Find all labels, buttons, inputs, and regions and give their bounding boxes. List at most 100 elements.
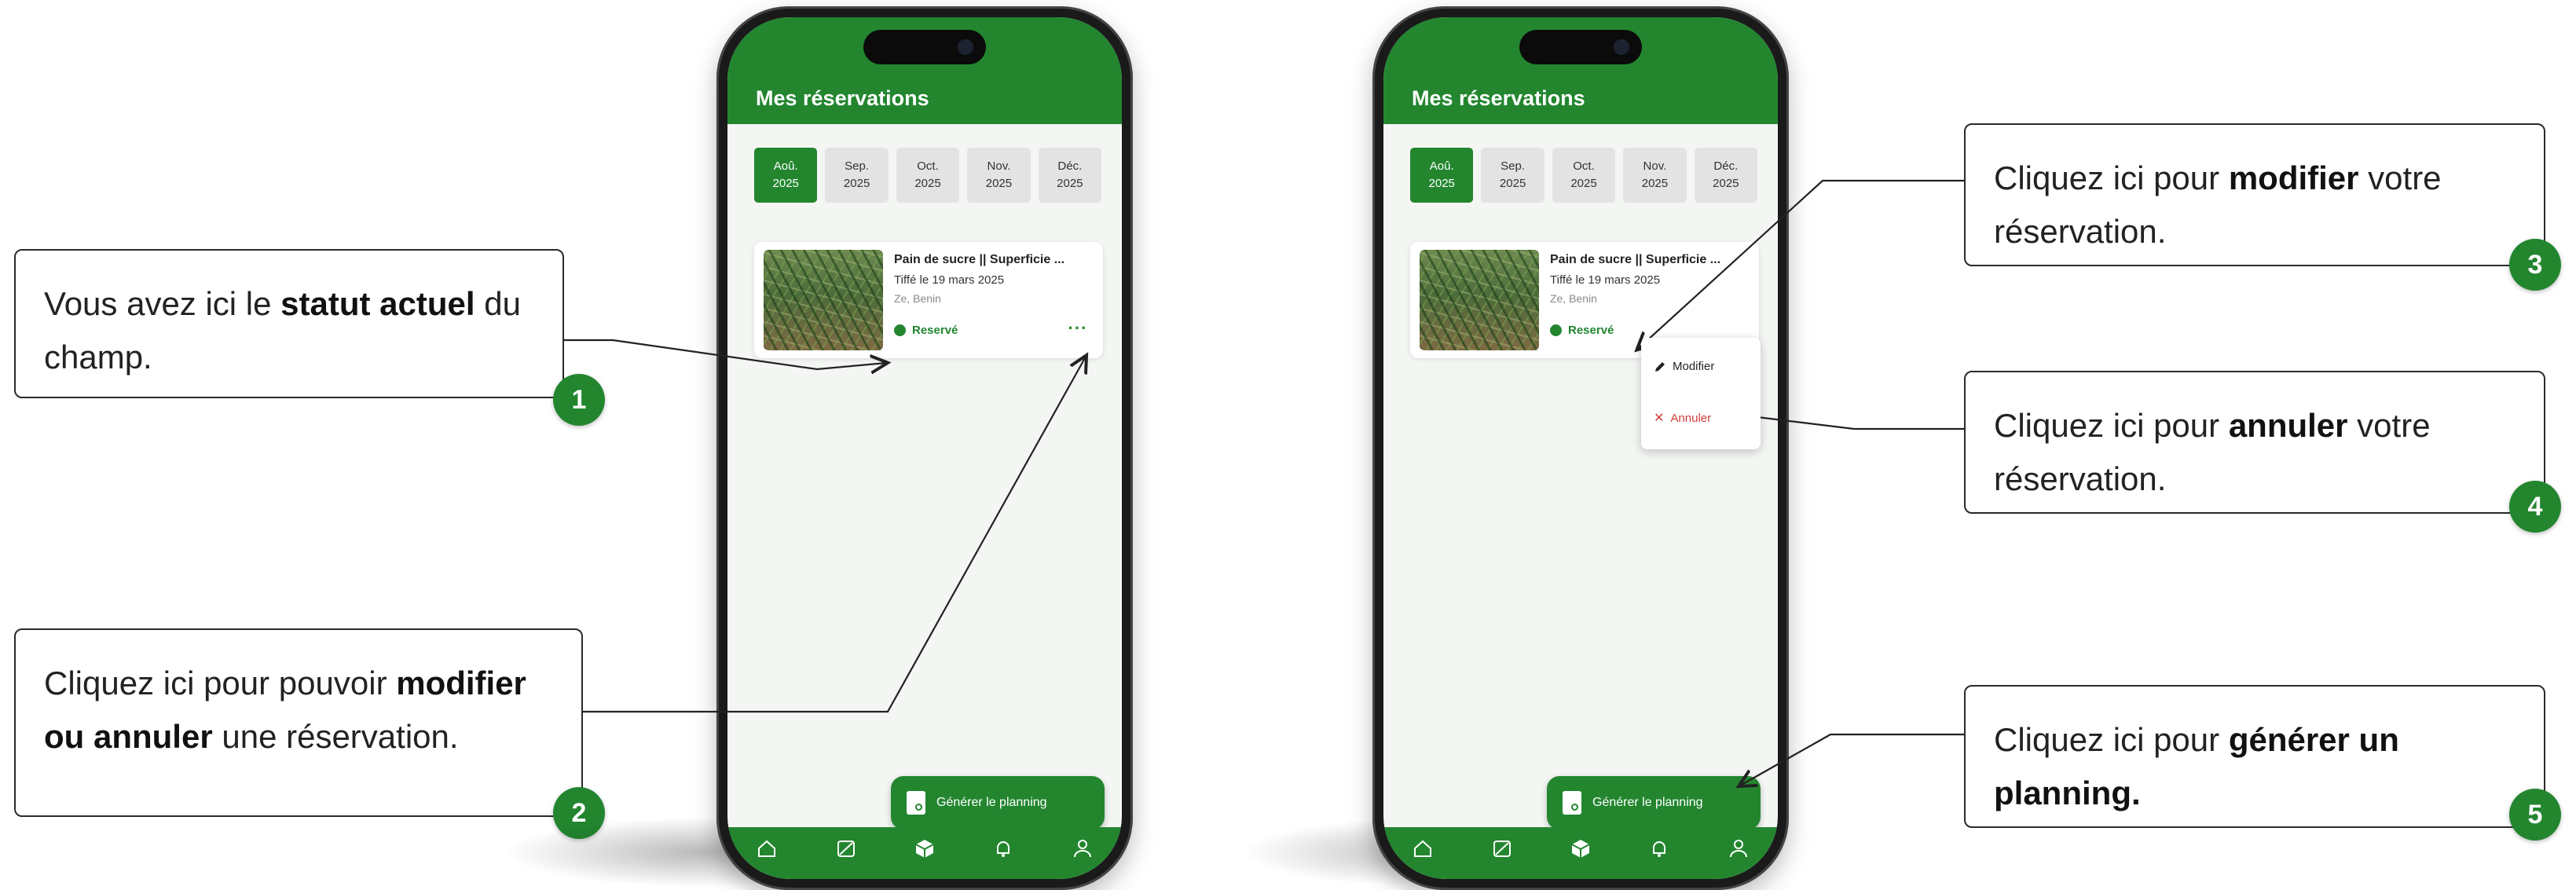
tab-month-year: 2025 (1057, 177, 1083, 190)
menu-item-cancel[interactable]: ✕ Annuler (1654, 410, 1711, 426)
reservation-card[interactable]: Pain de sucre || Superficie ... Tiffé le… (754, 242, 1103, 358)
document-icon (1563, 791, 1581, 815)
bell-icon (997, 841, 1010, 857)
bottom-nav (1383, 827, 1778, 879)
status-dot-icon (1550, 324, 1562, 336)
tab-map[interactable] (830, 835, 862, 862)
tab-month-year: 2025 (1713, 177, 1739, 190)
menu-item-cancel-label: Annuler (1670, 411, 1712, 425)
tab-month-year: 2025 (1641, 177, 1669, 190)
tab-bell[interactable] (988, 835, 1019, 862)
more-options-button[interactable]: ··· (1064, 320, 1092, 341)
month-tabs: Aoû. 2025 Sep. 2025 Oct. 2025 Nov. 2025 Déc. 2025 (754, 148, 1102, 203)
status-badge: Reservé (894, 324, 958, 337)
home-icon (1414, 840, 1432, 857)
options-menu: Modifier ✕ Annuler (1641, 338, 1761, 449)
callout-text: Cliquez ici pour (1994, 159, 2229, 196)
reservation-date: Tiffé le 19 mars 2025 (894, 273, 1005, 287)
step-badge-5: 5 (2509, 789, 2561, 841)
callout-cancel: Cliquez ici pour annuler votre réservati… (1964, 371, 2545, 514)
tab-month[interactable]: Aoû. 2025 (754, 148, 818, 203)
tab-month[interactable]: Sep. 2025 (825, 148, 889, 203)
generate-planning-button[interactable]: Générer le planning (1547, 776, 1761, 830)
callout-generate: Cliquez ici pour générer un planning. (1964, 685, 2545, 828)
tab-box[interactable] (909, 835, 940, 862)
tab-month[interactable]: Déc. 2025 (1038, 148, 1102, 203)
callout-text: annuler (2228, 407, 2348, 444)
home-icon (758, 840, 776, 857)
map-icon (1493, 841, 1511, 857)
tab-bell[interactable] (1643, 835, 1675, 862)
generate-planning-label: Générer le planning (936, 796, 1047, 809)
field-photo (764, 250, 883, 350)
tab-user[interactable] (1067, 835, 1098, 862)
tab-month-label: Aoû. (1429, 159, 1454, 173)
tab-month[interactable]: Déc. 2025 (1694, 148, 1758, 203)
tab-home[interactable] (751, 835, 782, 862)
tab-month-label: Sep. (1501, 159, 1526, 173)
phone-reservations: Mes réservations Aoû. 2025 Sep. 2025 Oct. 202… (716, 6, 1133, 890)
tab-month[interactable]: Sep. 2025 (1481, 148, 1545, 203)
generate-planning-label: Générer le planning (1592, 796, 1703, 809)
tab-month-label: Nov. (987, 159, 1011, 173)
step-badge-1: 1 (553, 374, 605, 426)
tab-month-label: Aoû. (773, 159, 798, 173)
dynamic-island (1519, 30, 1642, 64)
bottom-nav (727, 827, 1122, 879)
phone-reservations-menu: Mes réservations Aoû. 2025 Sep. 2025 Oct. 202… (1372, 6, 1789, 890)
tab-month-label: Déc. (1057, 159, 1083, 173)
generate-planning-button[interactable]: Générer le planning (891, 776, 1105, 830)
tab-month-year: 2025 (1499, 177, 1526, 190)
step-badge-3: 3 (2509, 239, 2561, 291)
callout-edit: Cliquez ici pour modifier votre réservat… (1964, 123, 2545, 266)
callout-text: Vous avez ici le (44, 285, 281, 322)
tab-month-year: 2025 (985, 177, 1013, 190)
pencil-icon (1655, 361, 1665, 372)
tab-month-label: Nov. (1643, 159, 1667, 173)
tab-month[interactable]: Oct. 2025 (896, 148, 960, 203)
document-icon (907, 791, 925, 815)
tab-month-year: 2025 (1428, 177, 1455, 190)
month-tabs: Aoû. 2025 Sep. 2025 Oct. 2025 Nov. 2025 Déc. 2025 (1410, 148, 1758, 203)
callout-text: Cliquez ici pour (1994, 407, 2229, 444)
phone-screen: Mes réservations Aoû. 2025 Sep. 2025 Oct. 202… (1383, 17, 1778, 879)
status-label: Reservé (912, 324, 958, 337)
tab-month-year: 2025 (914, 177, 941, 190)
tab-month-year: 2025 (843, 177, 870, 190)
tab-month[interactable]: Nov. 2025 (967, 148, 1031, 203)
tab-month-label: Oct. (1573, 159, 1595, 173)
tab-month[interactable]: Nov. 2025 (1623, 148, 1687, 203)
status-label: Reservé (1568, 324, 1614, 337)
reservation-title: Pain de sucre || Superficie ... (894, 253, 1065, 266)
menu-item-edit[interactable]: Modifier (1654, 360, 1714, 373)
tab-home[interactable] (1407, 835, 1438, 862)
box-icon (915, 840, 934, 858)
map-icon (837, 841, 855, 857)
callout-text: modifier (2228, 159, 2359, 196)
tab-map[interactable] (1486, 835, 1518, 862)
page-title: Mes réservations (756, 86, 929, 110)
dynamic-island (863, 30, 986, 64)
menu-item-edit-label: Modifier (1673, 360, 1715, 373)
callout-status: Vous avez ici le statut actuel du champ. (14, 249, 564, 398)
tab-month-label: Sep. (845, 159, 870, 173)
box-icon (1571, 840, 1590, 858)
tab-month-year: 2025 (1570, 177, 1597, 190)
tab-month-label: Déc. (1713, 159, 1739, 173)
tab-month-label: Oct. (917, 159, 939, 173)
reservation-location: Ze, Benin (1550, 292, 1597, 305)
tab-month-year: 2025 (772, 177, 799, 190)
status-badge: Reservé (1550, 324, 1614, 337)
tab-box[interactable] (1565, 835, 1596, 862)
callout-text: Cliquez ici pour pouvoir (44, 665, 397, 701)
step-badge-4: 4 (2509, 481, 2561, 533)
phone-screen: Mes réservations Aoû. 2025 Sep. 2025 Oct. 202… (727, 17, 1122, 879)
reservation-location: Ze, Benin (894, 292, 941, 305)
tab-user[interactable] (1723, 835, 1754, 862)
callout-text: Cliquez ici pour (1994, 721, 2229, 758)
status-dot-icon (894, 324, 906, 336)
reservation-title: Pain de sucre || Superficie ... (1550, 253, 1721, 266)
close-icon: ✕ (1654, 412, 1665, 425)
tab-month[interactable]: Aoû. 2025 (1410, 148, 1474, 203)
tab-month[interactable]: Oct. 2025 (1552, 148, 1616, 203)
